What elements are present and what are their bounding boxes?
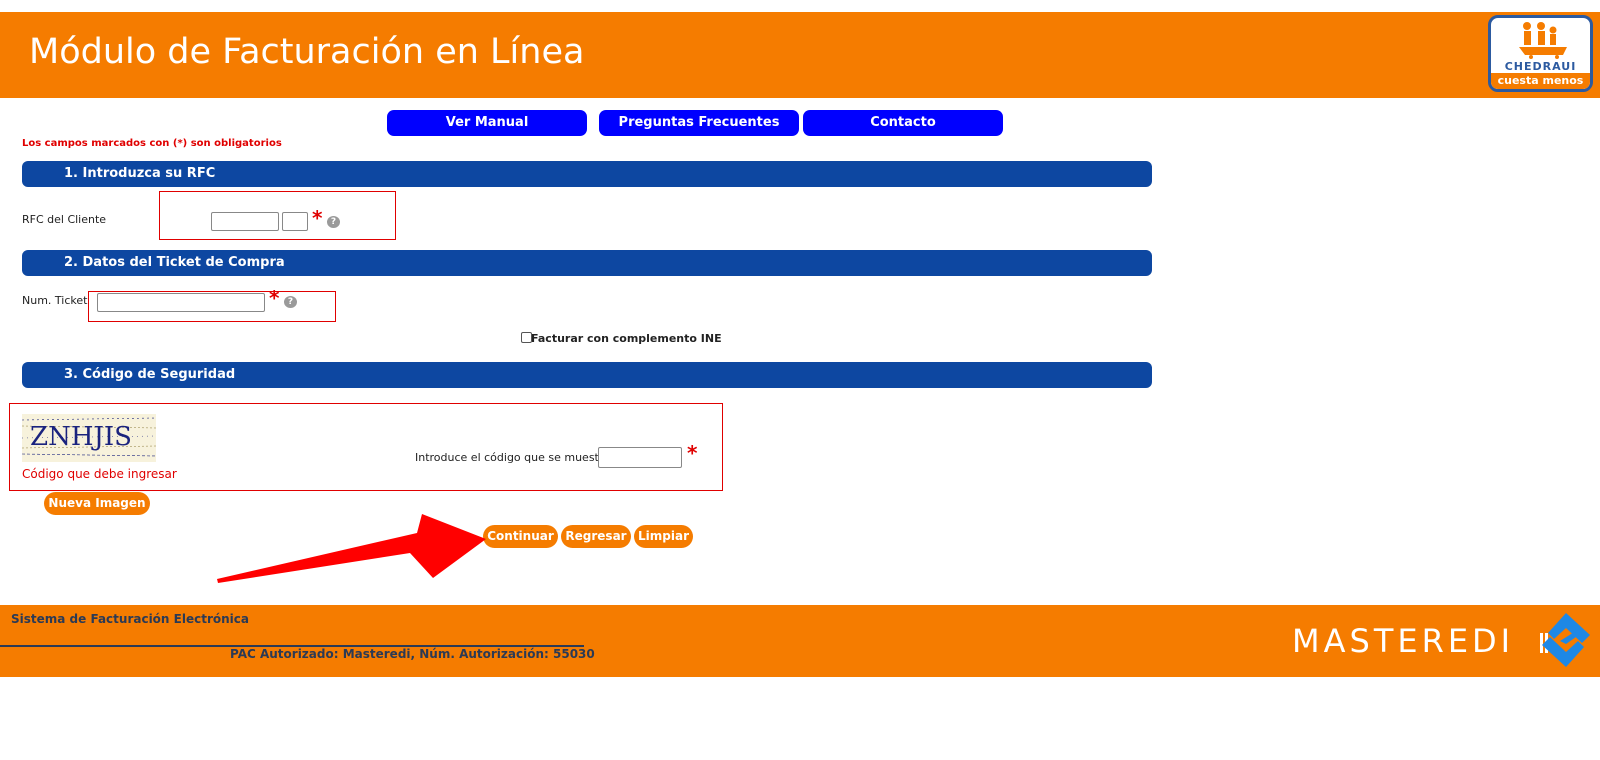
new-image-button[interactable]: Nueva Imagen xyxy=(44,492,150,515)
continue-button[interactable]: Continuar xyxy=(483,525,558,548)
logo-figures-icon xyxy=(1519,22,1567,59)
masteredi-logo-text: MASTEREDI xyxy=(1292,622,1515,660)
ticket-label: Num. Ticket xyxy=(22,294,88,307)
section-ticket-header: 2. Datos del Ticket de Compra xyxy=(22,250,1152,276)
faq-button[interactable]: Preguntas Frecuentes xyxy=(599,110,799,136)
security-code-label: Introduce el código que se muestra xyxy=(415,451,611,464)
rfc-required-asterisk: * xyxy=(312,206,323,230)
security-code-required-asterisk: * xyxy=(687,441,698,465)
captcha-text: ZNHJIS xyxy=(30,422,132,452)
rfc-input[interactable] xyxy=(211,212,279,231)
masteredi-logo-icon xyxy=(1540,613,1590,667)
logo-brand: CHEDRAUI xyxy=(1504,60,1577,73)
required-fields-note: Los campos marcados con (*) son obligato… xyxy=(22,138,282,149)
page-footer: Sistema de Facturación Electrónica PAC A… xyxy=(0,605,1600,677)
chedraui-logo: CHEDRAUI cuesta menos xyxy=(1488,15,1593,92)
rfc-label: RFC del Cliente xyxy=(22,213,107,226)
contact-button[interactable]: Contacto xyxy=(803,110,1003,136)
page-header: Módulo de Facturación en Línea CHEDRAUI … xyxy=(0,12,1600,98)
captcha-caption: Código que debe ingresar xyxy=(22,467,177,481)
manual-button[interactable]: Ver Manual xyxy=(387,110,587,136)
captcha-image: ZNHJIS xyxy=(22,414,156,462)
footer-title: Sistema de Facturación Electrónica xyxy=(11,612,249,626)
rfc-homoclave-input[interactable] xyxy=(282,212,308,231)
clear-button[interactable]: Limpiar xyxy=(634,525,693,548)
page-title: Módulo de Facturación en Línea xyxy=(29,32,585,72)
ine-checkbox-label[interactable]: Facturar con complemento INE xyxy=(531,332,722,345)
ticket-required-asterisk: * xyxy=(269,286,280,310)
back-button[interactable]: Regresar xyxy=(561,525,631,548)
rfc-help-icon[interactable]: ? xyxy=(327,216,340,228)
ticket-help-icon[interactable]: ? xyxy=(284,296,297,308)
logo-slogan: cuesta menos xyxy=(1491,73,1590,89)
ticket-input[interactable] xyxy=(97,293,265,312)
footer-pac-info: PAC Autorizado: Masteredi, Núm. Autoriza… xyxy=(230,647,595,661)
section-security-header: 3. Código de Seguridad xyxy=(22,362,1152,388)
security-code-input[interactable] xyxy=(598,447,682,468)
section-rfc-header: 1. Introduzca su RFC xyxy=(22,161,1152,187)
